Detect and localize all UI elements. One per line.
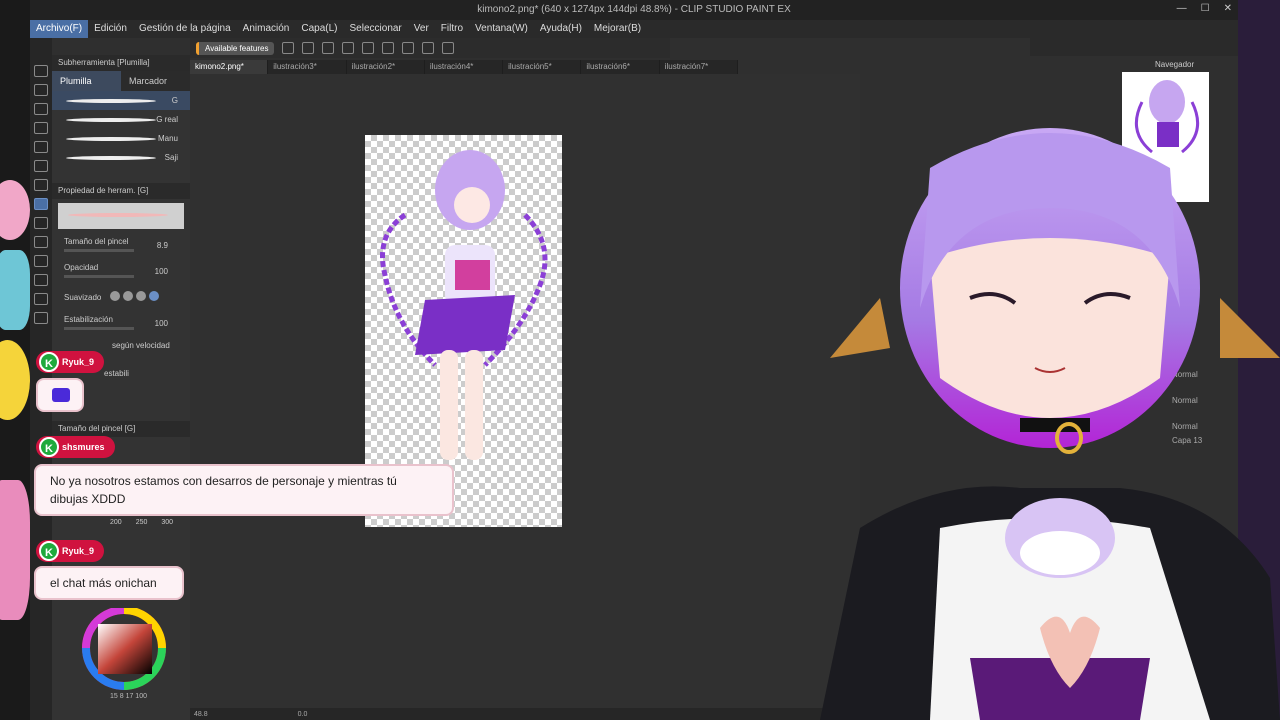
tool-property-header: Propiedad de herram. [G]: [52, 183, 190, 199]
status-bar: 48.8 0.0: [190, 708, 860, 720]
menu-seleccionar[interactable]: Seleccionar: [344, 20, 408, 38]
minimize-icon[interactable]: —: [1177, 3, 1187, 14]
new-file-icon[interactable]: [302, 42, 315, 54]
fill-bucket-icon[interactable]: [34, 312, 48, 324]
transform-icon[interactable]: [402, 42, 415, 54]
magic-wand-icon[interactable]: [34, 141, 48, 153]
move-icon[interactable]: [34, 122, 48, 134]
open-file-icon[interactable]: [322, 42, 335, 54]
screen: kimono2.png* (640 x 1274px 144dpi 48.8%)…: [0, 0, 1280, 720]
menu-ver[interactable]: Ver: [408, 20, 435, 38]
menu-gestion-pagina[interactable]: Gestión de la página: [133, 20, 237, 38]
doc-tab[interactable]: ilustración7*: [660, 60, 738, 74]
menu-capa[interactable]: Capa(L): [295, 20, 343, 38]
save-icon[interactable]: [342, 42, 355, 54]
doc-tab[interactable]: ilustración3*: [268, 60, 347, 74]
brush-size-row[interactable]: Tamaño del pincel 8.9: [52, 233, 190, 259]
undo-icon[interactable]: [362, 42, 375, 54]
brush-size-value: 8.9: [156, 241, 168, 250]
color-readout: 15 8 17 100: [110, 693, 147, 700]
help-icon[interactable]: [442, 42, 455, 54]
available-features-button[interactable]: Available features: [196, 41, 275, 55]
chat-badge-icon: K: [39, 437, 59, 457]
menu-mejorar[interactable]: Mejorar(B): [588, 20, 647, 38]
opacity-row[interactable]: Opacidad 100: [52, 259, 190, 285]
stream-decoration-left: [0, 0, 30, 720]
document-tabs: kimono2.png* ilustración3* ilustración2*…: [190, 60, 738, 74]
menu-icon[interactable]: [282, 42, 295, 54]
tab-plumilla[interactable]: Plumilla: [52, 71, 121, 91]
stabilization-row[interactable]: Estabilización 100: [52, 311, 190, 337]
subtool-header: Subherramienta [Plumilla]: [52, 55, 190, 71]
command-bar: Available features: [190, 38, 670, 58]
chat-username: K Ryuk_9: [36, 351, 105, 373]
angle-readout[interactable]: 0.0: [298, 711, 308, 718]
chat-username: K Ryuk_9: [36, 540, 105, 562]
chat-username: K shsmures: [36, 436, 115, 458]
brush-icon[interactable]: [34, 236, 48, 248]
menu-archivo[interactable]: Archivo(F): [30, 20, 89, 38]
menu-ayuda[interactable]: Ayuda(H): [534, 20, 588, 38]
brush-item[interactable]: G real: [52, 110, 190, 129]
brush-item[interactable]: G: [52, 91, 190, 110]
emote-icon: [52, 388, 70, 402]
tab-marcador[interactable]: Marcador: [121, 71, 190, 91]
operation-icon[interactable]: [34, 103, 48, 115]
brush-size-panel-header: Tamaño del pincel [G]: [52, 421, 190, 437]
zoom-icon[interactable]: [34, 65, 48, 77]
menu-bar: Archivo(F) Edición Gestión de la página …: [30, 20, 1238, 38]
doc-tab[interactable]: ilustración5*: [503, 60, 582, 74]
chat-message: [36, 378, 84, 412]
maximize-icon[interactable]: ☐: [1201, 3, 1210, 14]
chat-message: el chat más onichan: [34, 566, 184, 600]
blend-icon[interactable]: [34, 293, 48, 305]
size-preset[interactable]: 200: [110, 519, 122, 526]
brush-item[interactable]: Saji: [52, 148, 190, 167]
window-title: kimono2.png* (640 x 1274px 144dpi 48.8%)…: [477, 4, 791, 15]
chat-badge-icon: K: [39, 541, 59, 561]
menu-filtro[interactable]: Filtro: [435, 20, 469, 38]
redo-icon[interactable]: [382, 42, 395, 54]
chat-badge-icon: K: [39, 352, 59, 372]
brush-item[interactable]: Manu: [52, 129, 190, 148]
doc-tab[interactable]: kimono2.png*: [190, 60, 269, 74]
navigator-tabbar: [1030, 38, 1238, 56]
selection-icon[interactable]: [34, 160, 48, 172]
hand-icon[interactable]: [34, 84, 48, 96]
opacity-value: 100: [154, 267, 168, 276]
vtuber-avatar: [820, 128, 1280, 720]
close-icon[interactable]: ✕: [1224, 3, 1232, 14]
menu-edicion[interactable]: Edición: [88, 20, 133, 38]
eyedropper-icon[interactable]: [34, 179, 48, 191]
eraser-icon[interactable]: [34, 274, 48, 286]
menu-ventana[interactable]: Ventana(W): [469, 20, 534, 38]
pencil-icon[interactable]: [34, 217, 48, 229]
color-wheel[interactable]: 15 8 17 100: [68, 608, 180, 700]
fill-icon[interactable]: [422, 42, 435, 54]
menu-animacion[interactable]: Animación: [237, 20, 296, 38]
zoom-readout[interactable]: 48.8: [194, 711, 208, 718]
title-bar: kimono2.png* (640 x 1274px 144dpi 48.8%)…: [30, 0, 1238, 20]
size-preset[interactable]: 300: [161, 519, 173, 526]
chat-message: No ya nosotros estamos con desarros de p…: [34, 464, 454, 516]
airbrush-icon[interactable]: [34, 255, 48, 267]
smoothing-row[interactable]: Suavizado: [52, 285, 190, 311]
doc-tab[interactable]: ilustración6*: [581, 60, 660, 74]
size-preset[interactable]: 250: [136, 519, 148, 526]
doc-tab[interactable]: ilustración2*: [347, 60, 425, 74]
pen-icon[interactable]: [34, 198, 48, 210]
doc-tab[interactable]: ilustración4*: [425, 60, 504, 74]
stabilization-value: 100: [154, 319, 168, 328]
brush-preview: [58, 203, 184, 229]
